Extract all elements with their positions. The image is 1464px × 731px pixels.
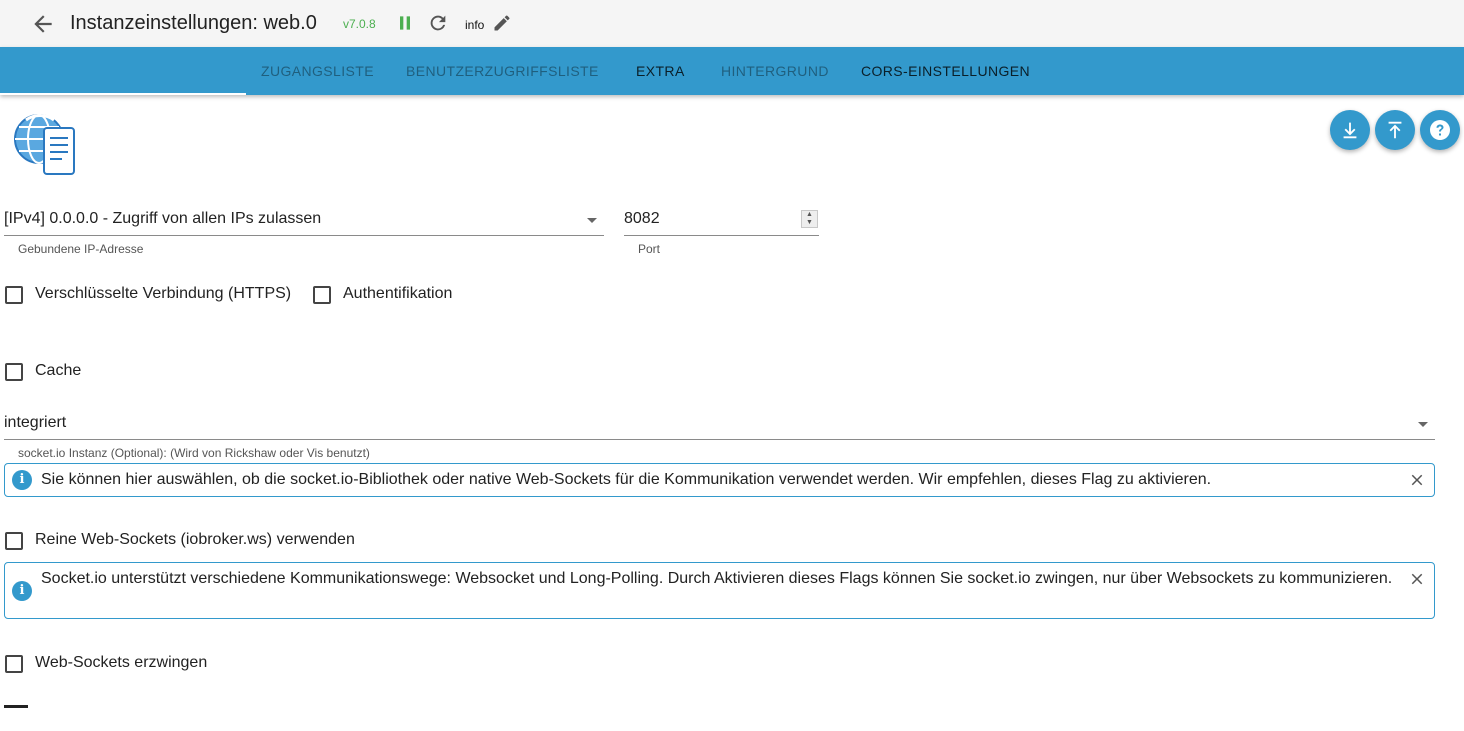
auth-label[interactable]: Authentifikation	[343, 285, 452, 303]
info-alert-text: Socket.io unterstützt verschiedene Kommu…	[41, 570, 1393, 587]
socketio-select[interactable]: integriert	[4, 414, 66, 432]
chevron-down-icon[interactable]	[587, 218, 597, 223]
https-label[interactable]: Verschlüsselte Verbindung (HTTPS)	[35, 285, 291, 303]
tab-indicator	[0, 93, 246, 95]
close-icon[interactable]	[1408, 471, 1426, 489]
info-alert-force: i Socket.io unterstützt verschiedene Kom…	[4, 562, 1435, 619]
socketio-underline	[4, 439, 1435, 440]
info-alert-text: Sie können hier auswählen, ob die socket…	[41, 471, 1212, 488]
download-button[interactable]	[1330, 110, 1370, 150]
port-underline	[624, 235, 819, 236]
tab-access-list[interactable]: ZUGANGSLISTE	[261, 63, 374, 79]
info-icon: i	[12, 470, 32, 490]
reload-icon[interactable]	[427, 12, 449, 34]
bind-ip-underline	[4, 235, 604, 236]
divider	[4, 705, 28, 708]
download-icon	[1343, 122, 1357, 139]
page-title: Instanzeinstellungen: web.0	[70, 12, 317, 34]
auth-checkbox[interactable]	[313, 286, 331, 304]
pure-websockets-checkbox[interactable]	[5, 532, 23, 550]
tab-bar: ZUGANGSLISTE BENUTZERZUGRIFFSLISTE EXTRA…	[0, 47, 1464, 95]
help-button[interactable]	[1420, 110, 1460, 150]
help-icon	[1430, 120, 1450, 140]
port-helper: Port	[638, 242, 661, 256]
upload-button[interactable]	[1375, 110, 1415, 150]
upload-icon	[1388, 121, 1402, 139]
port-input[interactable]: 8082	[624, 210, 660, 228]
tab-user-access-list[interactable]: BENUTZERZUGRIFFSLISTE	[406, 63, 599, 79]
web-adapter-logo	[14, 114, 75, 175]
tab-background[interactable]: HINTERGRUND	[721, 63, 829, 79]
bind-ip-helper: Gebundene IP-Adresse	[18, 242, 144, 256]
arrow-left-icon[interactable]	[30, 11, 56, 37]
socketio-helper: socket.io Instanz (Optional): (Wird von …	[18, 446, 370, 460]
info-alert-websockets: i Sie können hier auswählen, ob die sock…	[4, 463, 1435, 497]
info-icon: i	[12, 581, 32, 601]
force-websockets-label[interactable]: Web-Sockets erzwingen	[35, 654, 207, 672]
tab-cors-settings[interactable]: CORS-EINSTELLUNGEN	[861, 63, 1030, 79]
cache-label[interactable]: Cache	[35, 362, 81, 380]
tab-extra[interactable]: EXTRA	[636, 63, 685, 79]
force-websockets-checkbox[interactable]	[5, 655, 23, 673]
chevron-down-icon[interactable]	[1418, 422, 1428, 427]
app-header: Instanzeinstellungen: web.0 v7.0.8 info	[0, 0, 1464, 47]
port-stepper[interactable]: ▲ ▼	[801, 210, 818, 228]
pencil-icon[interactable]	[492, 13, 512, 33]
bind-ip-select[interactable]: [IPv4] 0.0.0.0 - Zugriff von allen IPs z…	[4, 210, 321, 228]
cache-checkbox[interactable]	[5, 363, 23, 381]
pure-websockets-label[interactable]: Reine Web-Sockets (iobroker.ws) verwende…	[35, 531, 355, 549]
log-level-label: info	[465, 18, 485, 32]
close-icon[interactable]	[1408, 570, 1426, 588]
https-checkbox[interactable]	[5, 286, 23, 304]
version-badge: v7.0.8	[343, 17, 376, 31]
pause-icon[interactable]	[395, 13, 415, 33]
